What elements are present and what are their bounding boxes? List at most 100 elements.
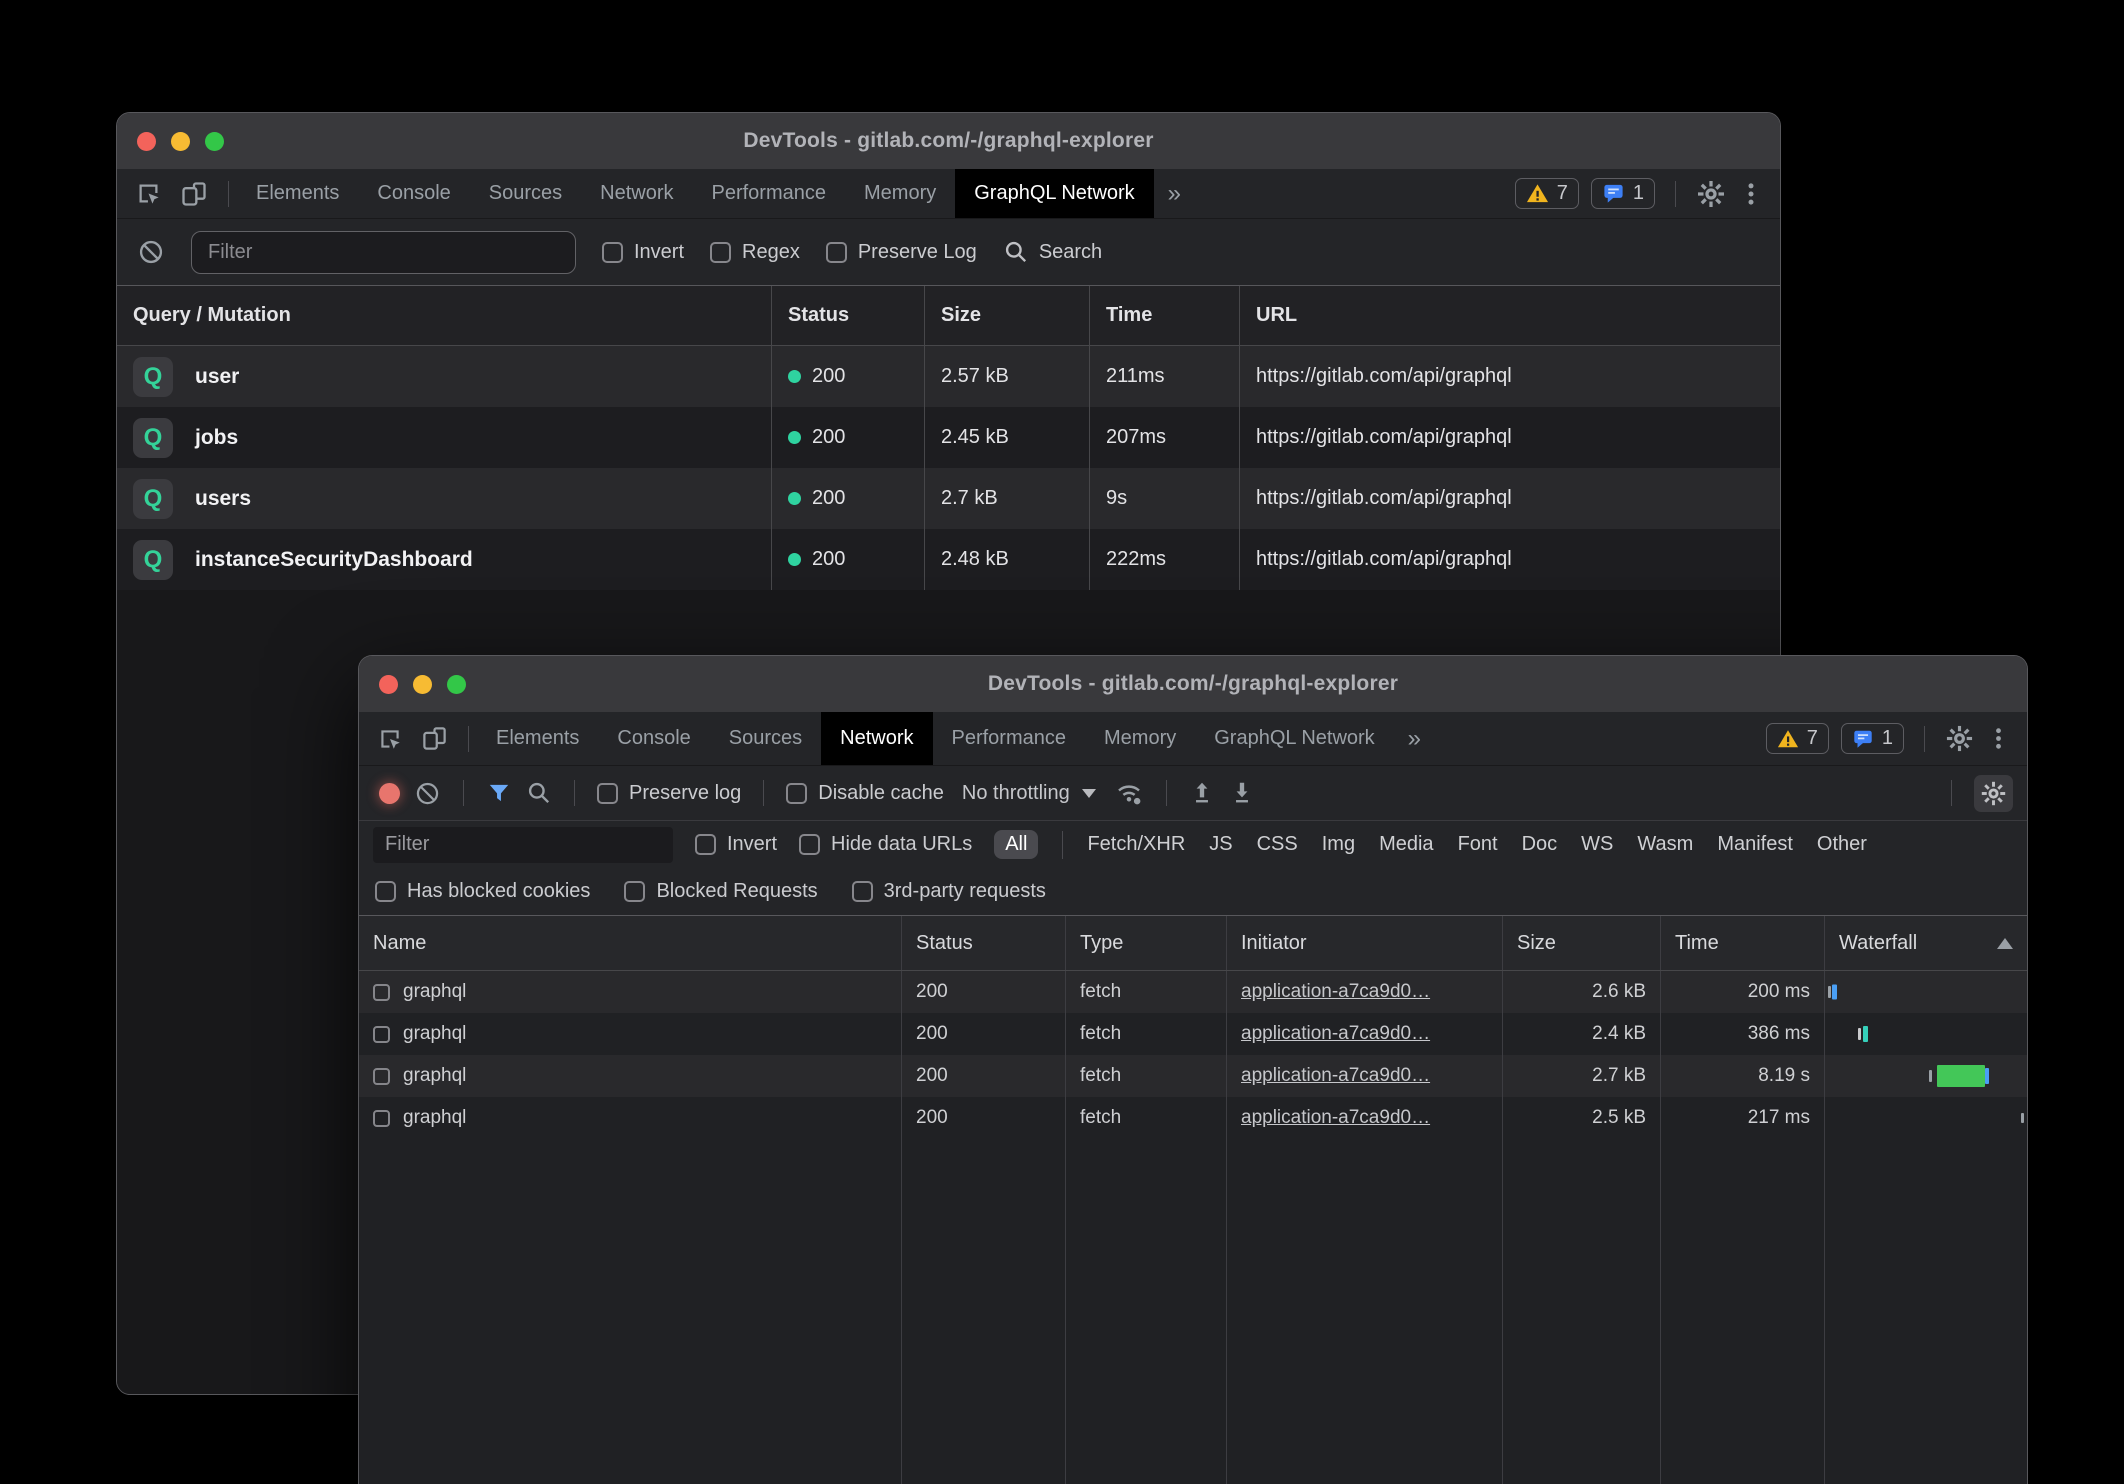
type-filter-font[interactable]: Font (1458, 833, 1498, 856)
close-button[interactable] (379, 675, 398, 694)
type-filter-media[interactable]: Media (1379, 833, 1433, 856)
col-header-time[interactable]: Time (1661, 916, 1825, 970)
throttling-dropdown[interactable]: No throttling (958, 782, 1100, 805)
inspect-element-icon[interactable] (135, 180, 162, 207)
type-filter-manifest[interactable]: Manifest (1717, 833, 1793, 856)
col-header-type[interactable]: Type (1066, 916, 1227, 970)
issue-count: 1 (1882, 727, 1893, 750)
search-button[interactable]: Search (1003, 239, 1102, 265)
initiator-link[interactable]: application-a7ca9d0… (1241, 1107, 1430, 1129)
fullscreen-button[interactable] (205, 132, 224, 151)
type-filter-css[interactable]: CSS (1257, 833, 1298, 856)
device-toolbar-icon[interactable] (421, 725, 448, 752)
invert-checkbox[interactable]: Invert (602, 241, 684, 264)
tab-elements[interactable]: Elements (237, 169, 358, 218)
network-conditions-icon[interactable] (1114, 778, 1144, 808)
tab-console[interactable]: Console (598, 712, 709, 765)
warnings-badge[interactable]: 7 (1515, 178, 1579, 209)
tab-network[interactable]: Network (821, 712, 932, 765)
col-header-query-mutation[interactable]: Query / Mutation (117, 286, 772, 345)
hide-data-urls-checkbox[interactable]: Hide data URLs (799, 833, 972, 856)
kebab-menu-icon[interactable] (1986, 726, 2011, 751)
blocked-requests-checkbox[interactable]: Blocked Requests (624, 880, 817, 903)
minimize-button[interactable] (171, 132, 190, 151)
tab-network[interactable]: Network (581, 169, 692, 218)
third-party-requests-checkbox[interactable]: 3rd-party requests (852, 880, 1046, 903)
table-row[interactable]: graphql 200 fetch application-a7ca9d0… 2… (359, 971, 2027, 1013)
table-row[interactable]: graphql 200 fetch application-a7ca9d0… 2… (359, 1013, 2027, 1055)
row-checkbox[interactable] (373, 1026, 390, 1043)
tab-performance[interactable]: Performance (693, 169, 846, 218)
preserve-log-checkbox[interactable]: Preserve Log (826, 241, 977, 264)
col-header-waterfall[interactable]: Waterfall (1825, 916, 2027, 970)
minimize-button[interactable] (413, 675, 432, 694)
type-filter-wasm[interactable]: Wasm (1637, 833, 1693, 856)
table-row[interactable]: Q users 200 2.7 kB 9s https://gitlab.com… (117, 468, 1780, 529)
search-icon[interactable] (526, 780, 552, 806)
kebab-menu-icon[interactable] (1738, 181, 1764, 207)
table-row[interactable]: Q instanceSecurityDashboard 200 2.48 kB … (117, 529, 1780, 590)
warnings-badge[interactable]: 7 (1766, 723, 1829, 754)
tab-console[interactable]: Console (358, 169, 469, 218)
type-filter-other[interactable]: Other (1817, 833, 1867, 856)
filter-input[interactable] (191, 231, 576, 274)
type-filter-all[interactable]: All (994, 830, 1038, 859)
type-filter-doc[interactable]: Doc (1522, 833, 1558, 856)
col-header-status[interactable]: Status (902, 916, 1066, 970)
initiator-link[interactable]: application-a7ca9d0… (1241, 1023, 1430, 1045)
tab-elements[interactable]: Elements (477, 712, 598, 765)
titlebar[interactable]: DevTools - gitlab.com/-/graphql-explorer (117, 113, 1780, 169)
settings-gear-icon[interactable] (1696, 179, 1726, 209)
more-tabs-icon[interactable]: » (1394, 712, 1435, 765)
row-checkbox[interactable] (373, 984, 390, 1001)
preserve-log-checkbox[interactable]: Preserve log (597, 782, 741, 805)
table-row[interactable]: Q jobs 200 2.45 kB 207ms https://gitlab.… (117, 407, 1780, 468)
row-checkbox[interactable] (373, 1110, 390, 1127)
tab-sources[interactable]: Sources (710, 712, 821, 765)
clear-requests-icon[interactable] (414, 780, 441, 807)
filter-funnel-icon[interactable] (486, 780, 512, 806)
col-header-initiator[interactable]: Initiator (1227, 916, 1503, 970)
type-filter-js[interactable]: JS (1209, 833, 1232, 856)
disable-cache-checkbox[interactable]: Disable cache (786, 782, 944, 805)
tab-sources[interactable]: Sources (470, 169, 581, 218)
network-settings-gear-icon[interactable] (1974, 775, 2013, 812)
settings-gear-icon[interactable] (1945, 724, 1974, 753)
titlebar[interactable]: DevTools - gitlab.com/-/graphql-explorer (359, 656, 2027, 712)
table-row[interactable]: graphql 200 fetch application-a7ca9d0… 2… (359, 1097, 2027, 1139)
tab-memory[interactable]: Memory (845, 169, 955, 218)
col-header-name[interactable]: Name (359, 916, 902, 970)
fullscreen-button[interactable] (447, 675, 466, 694)
initiator-link[interactable]: application-a7ca9d0… (1241, 1065, 1430, 1087)
export-har-icon[interactable] (1229, 780, 1255, 806)
issues-badge[interactable]: 1 (1591, 178, 1655, 209)
col-header-status[interactable]: Status (772, 286, 925, 345)
tab-memory[interactable]: Memory (1085, 712, 1195, 765)
has-blocked-cookies-checkbox[interactable]: Has blocked cookies (375, 880, 590, 903)
import-har-icon[interactable] (1189, 780, 1215, 806)
close-button[interactable] (137, 132, 156, 151)
regex-checkbox[interactable]: Regex (710, 241, 800, 264)
device-toolbar-icon[interactable] (180, 180, 208, 208)
more-tabs-icon[interactable]: » (1154, 169, 1195, 218)
inspect-element-icon[interactable] (377, 726, 403, 752)
col-header-size[interactable]: Size (1503, 916, 1661, 970)
invert-checkbox[interactable]: Invert (695, 833, 777, 856)
initiator-link[interactable]: application-a7ca9d0… (1241, 981, 1430, 1003)
record-button[interactable] (379, 783, 400, 804)
col-header-time[interactable]: Time (1090, 286, 1240, 345)
col-header-size[interactable]: Size (925, 286, 1090, 345)
table-row[interactable]: graphql 200 fetch application-a7ca9d0… 2… (359, 1055, 2027, 1097)
tab-graphql-network[interactable]: GraphQL Network (955, 169, 1153, 218)
table-row[interactable]: Q user 200 2.57 kB 211ms https://gitlab.… (117, 346, 1780, 407)
type-filter-ws[interactable]: WS (1581, 833, 1613, 856)
filter-input[interactable] (373, 827, 673, 863)
type-filter-img[interactable]: Img (1322, 833, 1355, 856)
clear-block-icon[interactable] (137, 238, 165, 266)
tab-performance[interactable]: Performance (933, 712, 1086, 765)
row-checkbox[interactable] (373, 1068, 390, 1085)
tab-graphql-network[interactable]: GraphQL Network (1195, 712, 1393, 765)
type-filter-fetch-xhr[interactable]: Fetch/XHR (1087, 833, 1185, 856)
col-header-url[interactable]: URL (1240, 286, 1780, 345)
issues-badge[interactable]: 1 (1841, 723, 1904, 754)
